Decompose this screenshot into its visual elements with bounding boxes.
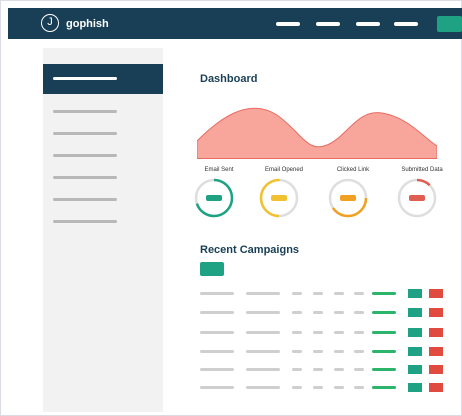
new-campaign-button[interactable] bbox=[200, 262, 224, 276]
nav-action-button[interactable] bbox=[437, 16, 462, 32]
logo-letter: J bbox=[47, 16, 53, 28]
stat-label: Email Sent bbox=[204, 167, 234, 173]
recent-campaigns-title: Recent Campaigns bbox=[200, 244, 300, 256]
sidebar bbox=[43, 48, 163, 412]
delete-button[interactable] bbox=[429, 328, 443, 337]
stat-ring bbox=[259, 178, 299, 218]
brand-name[interactable]: gophish bbox=[66, 18, 109, 30]
edit-button[interactable] bbox=[408, 347, 422, 356]
table-row[interactable] bbox=[200, 347, 446, 357]
stat-ring bbox=[194, 178, 234, 218]
stat-ring bbox=[397, 178, 437, 218]
table-row[interactable] bbox=[200, 328, 446, 338]
stat-label: Email Opened bbox=[264, 167, 304, 173]
sidebar-item[interactable] bbox=[53, 132, 117, 135]
dashboard-title: Dashboard bbox=[200, 73, 258, 85]
nav-link-3[interactable] bbox=[356, 22, 380, 26]
stat-label: Clicked Link bbox=[336, 167, 370, 173]
edit-button[interactable] bbox=[408, 289, 422, 298]
table-row[interactable] bbox=[200, 308, 446, 318]
timeline-area bbox=[197, 107, 437, 159]
gophish-logo-icon[interactable]: J bbox=[41, 14, 59, 32]
sidebar-item[interactable] bbox=[53, 154, 117, 157]
table-row[interactable] bbox=[200, 365, 446, 375]
table-row[interactable] bbox=[200, 383, 446, 393]
edit-button[interactable] bbox=[408, 383, 422, 392]
edit-button[interactable] bbox=[408, 365, 422, 374]
sidebar-item[interactable] bbox=[53, 176, 117, 179]
edit-button[interactable] bbox=[408, 308, 422, 317]
sidebar-item-label bbox=[53, 77, 117, 80]
table-row[interactable] bbox=[200, 289, 446, 299]
top-navbar: J gophish bbox=[8, 8, 462, 39]
stat-label: Submitted Data bbox=[401, 167, 443, 173]
sidebar-item-active[interactable] bbox=[43, 64, 163, 94]
delete-button[interactable] bbox=[429, 308, 443, 317]
nav-link-1[interactable] bbox=[276, 22, 300, 26]
nav-link-4[interactable] bbox=[394, 22, 418, 26]
sidebar-item[interactable] bbox=[53, 110, 117, 113]
edit-button[interactable] bbox=[408, 328, 422, 337]
sidebar-item[interactable] bbox=[53, 198, 117, 201]
delete-button[interactable] bbox=[429, 365, 443, 374]
stat-ring bbox=[328, 178, 368, 218]
nav-link-2[interactable] bbox=[316, 22, 340, 26]
timeline-chart bbox=[197, 107, 437, 159]
delete-button[interactable] bbox=[429, 383, 443, 392]
sidebar-item[interactable] bbox=[53, 220, 117, 223]
delete-button[interactable] bbox=[429, 289, 443, 298]
delete-button[interactable] bbox=[429, 347, 443, 356]
